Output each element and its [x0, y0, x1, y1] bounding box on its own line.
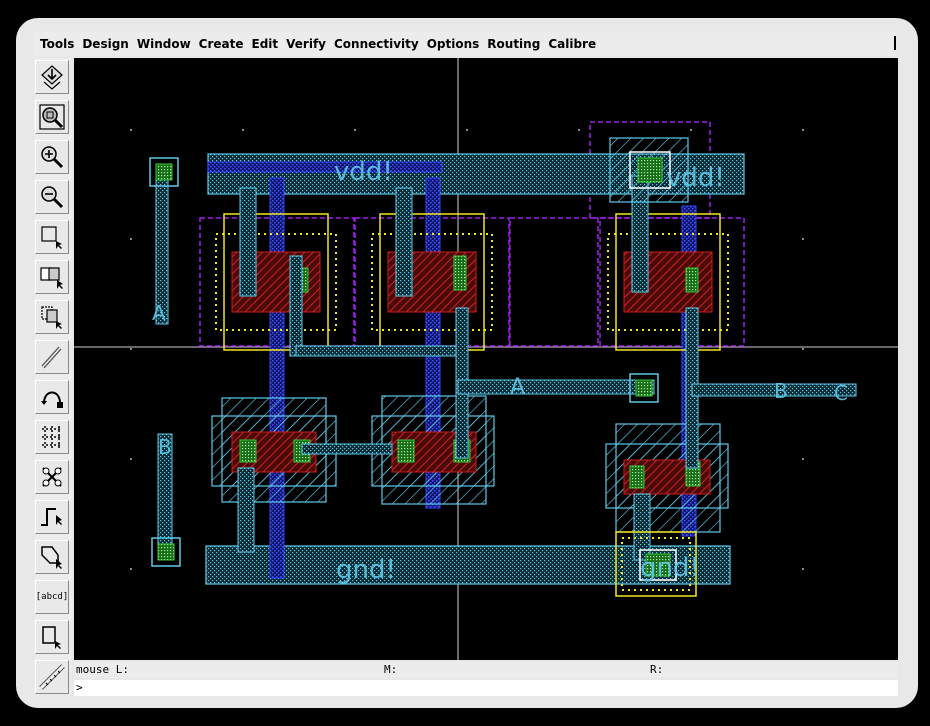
copy-tool[interactable]: [35, 260, 69, 294]
label-pin-b-right: B: [774, 379, 788, 403]
fit-tool[interactable]: [35, 100, 69, 134]
menu-options[interactable]: Options: [427, 37, 480, 51]
label-gnd-right: gnd!: [640, 553, 700, 583]
menu-bar: Tools Design Window Create Edit Verify C…: [34, 32, 896, 56]
undo-icon: [41, 391, 63, 408]
left-toolbar: [abcd]: [34, 58, 72, 694]
properties-icon: [42, 467, 62, 487]
stretch-icon: [41, 226, 62, 249]
mouse-middle-status: M:: [384, 663, 398, 676]
zoom-in-tool[interactable]: [35, 140, 69, 174]
delete-tool[interactable]: [35, 340, 69, 374]
polygon-icon: [41, 546, 62, 569]
menu-connectivity[interactable]: Connectivity: [334, 37, 419, 51]
menu-tools[interactable]: Tools: [40, 37, 74, 51]
layout-drawing: vdd! vdd! gnd! gnd! A A B B C: [74, 58, 898, 660]
path-icon: [41, 508, 62, 526]
move-tool[interactable]: [35, 300, 69, 334]
label-vdd-left: vdd!: [334, 157, 393, 187]
rectangle-tool[interactable]: [35, 620, 69, 654]
command-line-input[interactable]: >: [74, 680, 898, 696]
menubar-edge: [894, 36, 896, 50]
path-tool[interactable]: [35, 500, 69, 534]
contacts: [149, 137, 697, 597]
save-tool[interactable]: [35, 60, 69, 94]
menu-calibre[interactable]: Calibre: [548, 37, 596, 51]
label-vdd-right: vdd!: [666, 163, 725, 193]
command-prompt: >: [76, 681, 83, 694]
measure-tool[interactable]: [35, 660, 69, 694]
layout-canvas[interactable]: vdd! vdd! gnd! gnd! A A B B C: [74, 58, 898, 660]
nmos-transistors: [211, 395, 729, 533]
zoom-out-tool[interactable]: [35, 180, 69, 214]
menu-create[interactable]: Create: [199, 37, 244, 51]
label-pin-a-mid: A: [510, 375, 525, 400]
label-gnd-left: gnd!: [336, 555, 396, 585]
measure-icon: [39, 664, 65, 690]
zoom-out-icon: [41, 186, 64, 209]
zoom-in-icon: [41, 146, 64, 169]
polygon-tool[interactable]: [35, 540, 69, 574]
zoom-fit-icon: [39, 104, 65, 130]
copy-icon: [40, 267, 63, 289]
ruler-icon: [42, 426, 62, 448]
label-tool[interactable]: [abcd]: [35, 580, 69, 614]
save-icon: [41, 65, 63, 90]
rectangle-icon: [42, 626, 61, 649]
stretch-tool[interactable]: [35, 220, 69, 254]
menu-edit[interactable]: Edit: [252, 37, 279, 51]
delete-icon: [41, 346, 62, 369]
mouse-right-status: R:: [650, 663, 664, 676]
move-icon: [41, 306, 62, 329]
menu-routing[interactable]: Routing: [487, 37, 540, 51]
mouse-status-bar: mouse L: M: R:: [74, 662, 898, 678]
ruler-tool[interactable]: [35, 420, 69, 454]
menu-design[interactable]: Design: [82, 37, 129, 51]
label-pin-b-left: B: [158, 435, 172, 459]
label-pin-c-right: C: [834, 381, 848, 405]
menu-verify[interactable]: Verify: [286, 37, 326, 51]
menu-window[interactable]: Window: [137, 37, 191, 51]
undo-tool[interactable]: [35, 380, 69, 414]
label-pin-a-left: A: [152, 301, 166, 325]
properties-tool[interactable]: [35, 460, 69, 494]
label-icon: [abcd]: [35, 592, 69, 602]
mouse-left-status: mouse L:: [76, 663, 129, 676]
